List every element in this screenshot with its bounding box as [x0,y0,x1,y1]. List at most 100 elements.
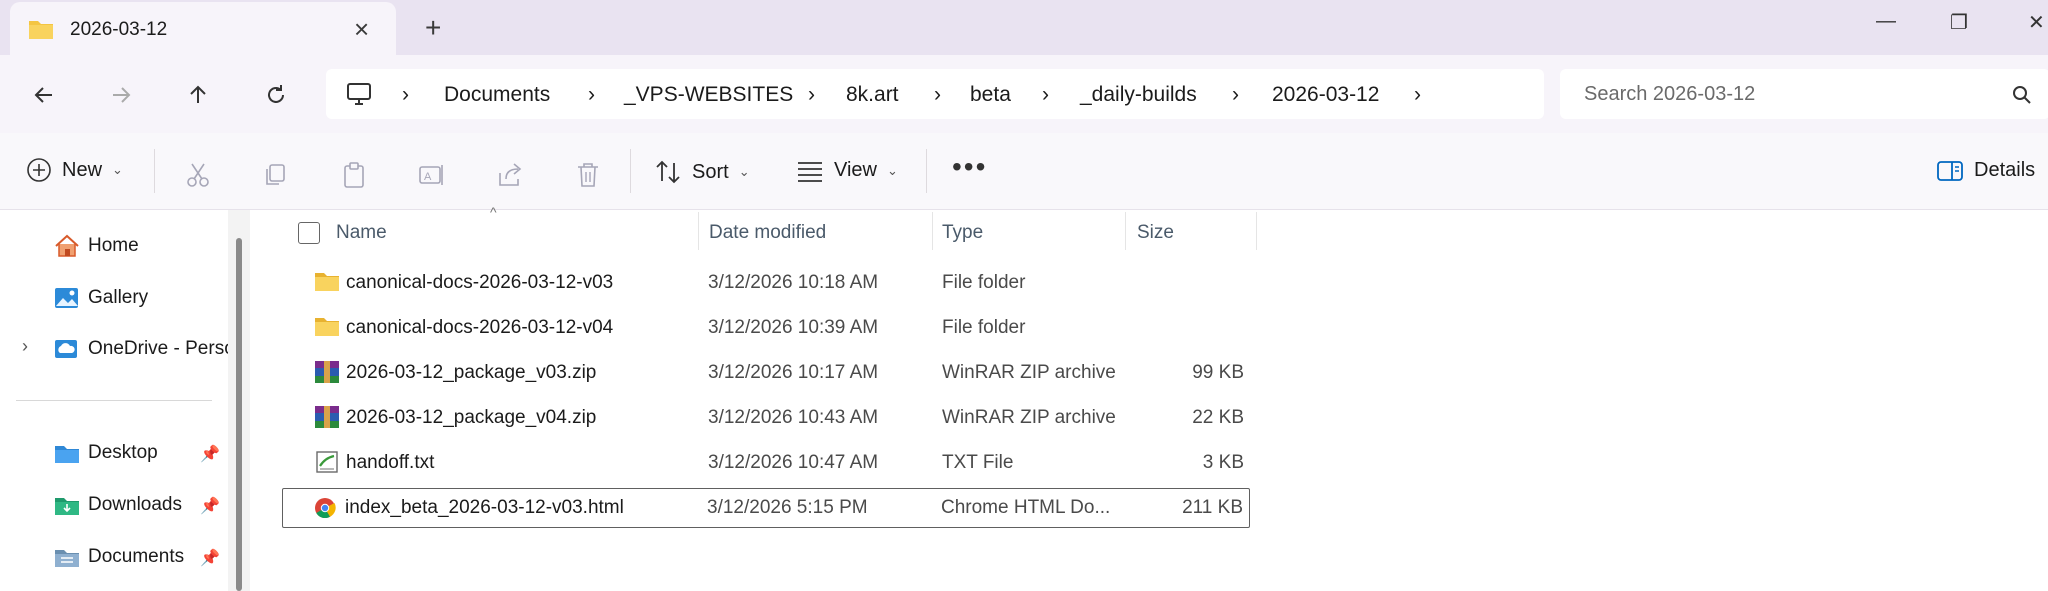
file-name: 2026-03-12_package_v03.zip [346,362,597,383]
chevron-down-icon: ⌄ [738,164,750,179]
view-label: View [834,159,877,181]
details-pane-icon [1937,160,1963,181]
sidebar-item-home[interactable]: Home [54,234,139,258]
details-label: Details [1974,159,2036,181]
more-options-icon[interactable]: ••• [952,151,987,183]
sidebar-item-downloads[interactable]: Downloads [54,494,182,516]
file-date: 3/12/2026 10:39 AM [708,317,879,338]
new-tab-icon[interactable]: + [425,12,441,44]
details-button[interactable]: Details [1936,159,2035,182]
tab-close-icon[interactable]: × [354,14,369,45]
breadcrumb-current[interactable]: 2026-03-12 [1272,83,1379,107]
navigation-bar: › Documents › _VPS-WEBSITES › 8k.art › b… [0,55,2048,133]
pin-icon[interactable]: 📌 [200,444,220,464]
svg-text:A: A [424,171,432,183]
sidebar-scrollbar-thumb[interactable] [236,238,242,591]
downloads-folder-icon [55,498,79,515]
copy-icon[interactable] [262,161,290,189]
pin-icon[interactable]: 📌 [200,548,220,568]
view-list-icon [798,161,822,182]
file-date: 3/12/2026 10:47 AM [708,452,879,473]
file-size: 3 KB [1202,452,1244,473]
tab-active[interactable]: 2026-03-12 × [10,2,396,55]
breadcrumb-chevron-icon[interactable]: › [1042,83,1049,107]
rename-icon[interactable]: A [418,161,446,189]
column-divider[interactable] [1125,212,1126,250]
file-size: 211 KB [1182,497,1243,518]
new-label: New [62,158,103,181]
sidebar-divider [16,400,212,401]
sidebar-item-label: Documents [88,546,185,567]
back-button[interactable] [24,77,64,113]
chevron-down-icon: ⌄ [112,162,123,177]
breadcrumb-chevron-icon[interactable]: › [588,83,595,107]
expand-chevron-icon[interactable]: › [22,336,28,357]
file-name: canonical-docs-2026-03-12-v04 [346,317,614,338]
search-input[interactable]: Search 2026-03-12 [1584,83,1755,106]
restore-button[interactable]: ❐ [1950,10,1968,35]
sidebar-item-onedrive[interactable]: OneDrive - Perso [54,338,235,360]
breadcrumb-chevron-icon[interactable]: › [402,83,409,107]
sidebar-item-label: Desktop [88,442,158,463]
folder-icon [315,318,339,336]
column-header-date[interactable]: Date modified [709,222,826,244]
breadcrumb-chevron-icon[interactable]: › [1414,83,1421,107]
breadcrumb-chevron-icon[interactable]: › [808,83,815,107]
select-all-checkbox[interactable] [298,222,320,244]
view-button[interactable]: View ⌄ [796,159,898,182]
file-row[interactable]: canonical-docs-2026-03-12-v03 3/12/2026 … [284,260,1250,305]
sort-ascending-icon: ^ [490,204,497,220]
breadcrumb-chevron-icon[interactable]: › [934,83,941,107]
folder-icon [29,21,53,39]
address-bar[interactable]: › Documents › _VPS-WEBSITES › 8k.art › b… [326,69,1544,119]
sidebar-item-gallery[interactable]: Gallery [54,286,148,310]
column-header-size[interactable]: Size [1137,222,1174,244]
file-row[interactable]: 2026-03-12_package_v03.zip 3/12/2026 10:… [284,350,1250,395]
close-window-button[interactable]: ✕ [2028,10,2045,35]
pin-icon[interactable]: 📌 [200,496,220,516]
file-name: handoff.txt [346,452,435,473]
desktop-folder-icon [55,446,79,463]
sort-button[interactable]: Sort ⌄ [654,159,750,185]
arrow-up-icon [190,85,206,103]
refresh-button[interactable] [256,77,296,113]
breadcrumb-8k-art[interactable]: 8k.art [846,83,899,107]
sidebar-item-documents[interactable]: Documents [54,546,184,568]
file-row[interactable]: canonical-docs-2026-03-12-v04 3/12/2026 … [284,305,1250,350]
new-button[interactable]: New ⌄ [26,157,123,183]
breadcrumb-daily-builds[interactable]: _daily-builds [1080,83,1197,107]
home-icon [55,234,79,257]
delete-icon[interactable] [574,161,602,189]
breadcrumb-chevron-icon[interactable]: › [1232,83,1239,107]
search-box[interactable]: Search 2026-03-12 [1560,69,2048,119]
cloud-icon [55,340,77,358]
file-row[interactable]: handoff.txt 3/12/2026 10:47 AM TXT File … [284,440,1250,485]
file-name: 2026-03-12_package_v04.zip [346,407,597,428]
minimize-button[interactable]: — [1876,10,1896,33]
divider [154,149,155,193]
file-date: 3/12/2026 10:43 AM [708,407,879,428]
plus-circle-icon [27,158,51,182]
file-row-selected[interactable]: index_beta_2026-03-12-v03.html 3/12/2026… [282,488,1250,528]
breadcrumb-documents[interactable]: Documents [444,83,550,107]
column-divider[interactable] [698,212,699,250]
breadcrumb-vps-websites[interactable]: _VPS-WEBSITES [624,83,793,107]
gallery-icon [55,288,78,308]
arrow-right-icon [113,87,131,103]
column-header-type[interactable]: Type [942,222,983,244]
search-icon[interactable] [2012,85,2032,105]
breadcrumb-beta[interactable]: beta [970,83,1011,107]
column-header-name[interactable]: Name [336,222,387,244]
file-type: WinRAR ZIP archive [942,362,1116,383]
up-button[interactable] [178,77,218,113]
divider [630,149,631,193]
column-divider[interactable] [932,212,933,250]
sidebar-item-desktop[interactable]: Desktop [54,442,158,464]
share-icon[interactable] [496,161,524,189]
file-row[interactable]: 2026-03-12_package_v04.zip 3/12/2026 10:… [284,395,1250,440]
cut-icon[interactable] [184,161,212,189]
paste-icon[interactable] [340,161,368,189]
file-type: File folder [942,272,1026,293]
column-divider[interactable] [1256,212,1257,250]
forward-button[interactable] [101,77,141,113]
